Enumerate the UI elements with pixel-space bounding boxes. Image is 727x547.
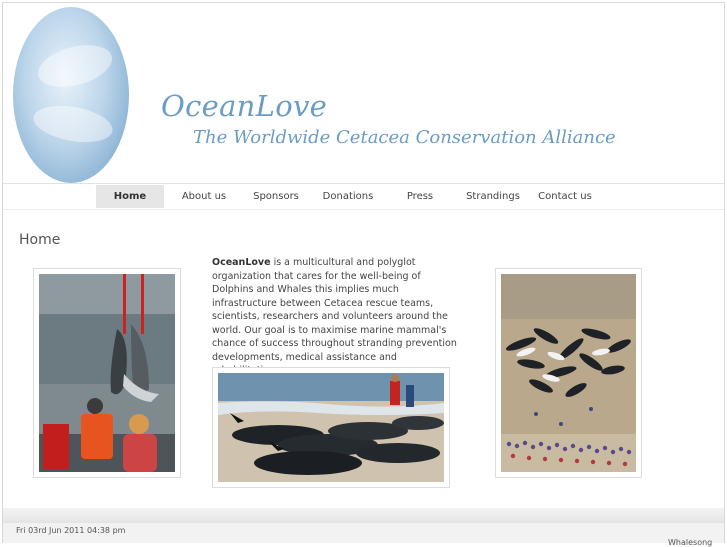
photo-rescue-lift-image [39,274,175,472]
intro-paragraph: OceanLove is a multicultural and polyglo… [212,256,462,378]
nav-home[interactable]: Home [96,185,164,208]
stranded-whales-illustration [218,373,444,482]
header-divider [3,183,724,184]
footer-date: Fri 03rd Jun 2011 04:38 pm [16,526,126,535]
nav-sponsors[interactable]: Sponsors [244,185,308,208]
nav-donations[interactable]: Donations [308,185,388,208]
footer-band [3,508,724,523]
nav-about-us[interactable]: About us [164,185,244,208]
rescue-lift-illustration [39,274,175,472]
footer-whalesong-link[interactable]: Whalesong [668,538,712,547]
nav-contact-us[interactable]: Contact us [534,185,596,208]
brand-title[interactable]: OceanLove [161,89,327,123]
photo-rescue-lift[interactable] [33,268,181,478]
nav-strandings[interactable]: Strandings [452,185,534,208]
brand-subtitle: The Worldwide Cetacea Conservation Allia… [193,127,616,148]
photo-aerial-stranding-image [501,274,636,472]
intro-brand-name: OceanLove [212,257,271,268]
photo-aerial-stranding[interactable] [495,268,642,478]
photo-stranded-whales-beach-image [218,373,444,482]
site-header: OceanLove The Worldwide Cetacea Conserva… [3,3,724,183]
nav-divider [3,209,724,210]
photo-stranded-whales-beach[interactable] [212,367,450,488]
aerial-stranding-illustration [501,274,636,472]
intro-text: is a multicultural and polyglot organiza… [212,257,457,376]
main-nav: Home About us Sponsors Donations Press S… [96,185,596,208]
dolphin-logo [13,7,129,183]
page-title: Home [19,232,61,248]
nav-press[interactable]: Press [388,185,452,208]
